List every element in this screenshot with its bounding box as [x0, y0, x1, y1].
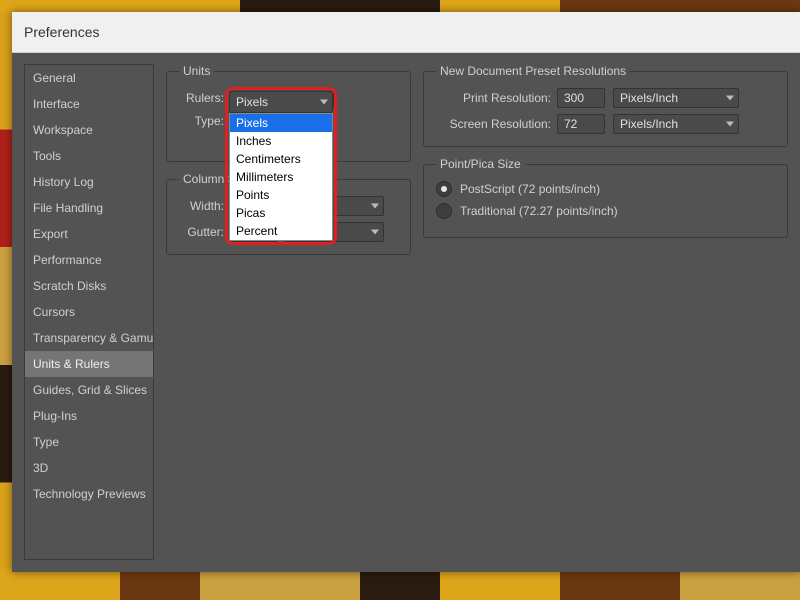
- pointpica-legend: Point/Pica Size: [436, 157, 525, 171]
- sidebar-item-guides-grid-slices[interactable]: Guides, Grid & Slices: [25, 377, 153, 403]
- type-label: Type:: [179, 114, 230, 128]
- gutter-label: Gutter:: [179, 225, 230, 239]
- print-res-label: Print Resolution:: [436, 91, 557, 105]
- rulers-dropdown-open: Pixels PixelsInchesCentimetersMillimeter…: [229, 91, 333, 241]
- sidebar-item-interface[interactable]: Interface: [25, 91, 153, 117]
- sidebar-item-technology-previews[interactable]: Technology Previews: [25, 481, 153, 507]
- sidebar-item-history-log[interactable]: History Log: [25, 169, 153, 195]
- sidebar-item-units-rulers[interactable]: Units & Rulers: [25, 351, 153, 377]
- rulers-option-inches[interactable]: Inches: [230, 132, 332, 150]
- pointpica-group: Point/Pica Size PostScript (72 points/in…: [423, 157, 788, 238]
- traditional-label: Traditional (72.27 points/inch): [460, 204, 618, 218]
- postscript-radio-row[interactable]: PostScript (72 points/inch): [436, 181, 775, 197]
- rulers-option-percent[interactable]: Percent: [230, 222, 332, 240]
- sidebar-item-3d[interactable]: 3D: [25, 455, 153, 481]
- rulers-options-list: PixelsInchesCentimetersMillimetersPoints…: [229, 113, 333, 241]
- sidebar-item-export[interactable]: Export: [25, 221, 153, 247]
- dialog-title: Preferences: [24, 24, 99, 40]
- sidebar-item-general[interactable]: General: [25, 65, 153, 91]
- rulers-option-picas[interactable]: Picas: [230, 204, 332, 222]
- print-res-unit-value: Pixels/Inch: [620, 91, 678, 105]
- print-res-input[interactable]: 300: [557, 88, 605, 108]
- chevron-down-icon: [726, 96, 734, 101]
- screen-res-label: Screen Resolution:: [436, 117, 557, 131]
- background-decor-top: [0, 0, 800, 12]
- rulers-option-points[interactable]: Points: [230, 186, 332, 204]
- preferences-dialog: Preferences GeneralInterfaceWorkspaceToo…: [12, 12, 800, 572]
- dialog-content: GeneralInterfaceWorkspaceToolsHistory Lo…: [12, 52, 800, 572]
- sidebar-item-type[interactable]: Type: [25, 429, 153, 455]
- units-legend: Units: [179, 64, 214, 78]
- width-label: Width:: [179, 199, 230, 213]
- rulers-select-open-value: Pixels: [236, 95, 268, 109]
- sidebar-item-scratch-disks[interactable]: Scratch Disks: [25, 273, 153, 299]
- print-res-value: 300: [564, 91, 584, 105]
- rulers-label: Rulers:: [179, 91, 230, 105]
- sidebar-item-workspace[interactable]: Workspace: [25, 117, 153, 143]
- screen-res-unit-value: Pixels/Inch: [620, 117, 678, 131]
- chevron-down-icon: [726, 122, 734, 127]
- rulers-select-open[interactable]: Pixels: [229, 91, 333, 113]
- units-group: Units Rulers: Pixels Type:: [166, 64, 411, 162]
- newdoc-group: New Document Preset Resolutions Print Re…: [423, 64, 788, 147]
- sidebar-item-plug-ins[interactable]: Plug-Ins: [25, 403, 153, 429]
- screen-res-value: 72: [564, 117, 577, 131]
- preferences-main: Units Rulers: Pixels Type:: [154, 64, 788, 560]
- screen-res-input[interactable]: 72: [557, 114, 605, 134]
- chevron-down-icon: [371, 204, 379, 209]
- sidebar-item-transparency-gamut[interactable]: Transparency & Gamut: [25, 325, 153, 351]
- sidebar-item-file-handling[interactable]: File Handling: [25, 195, 153, 221]
- background-decor-left: [0, 12, 12, 600]
- postscript-radio[interactable]: [436, 181, 452, 197]
- traditional-radio[interactable]: [436, 203, 452, 219]
- postscript-label: PostScript (72 points/inch): [460, 182, 600, 196]
- sidebar-item-cursors[interactable]: Cursors: [25, 299, 153, 325]
- chevron-down-icon: [320, 100, 328, 105]
- background-decor-bottom: [0, 570, 800, 600]
- rulers-option-pixels[interactable]: Pixels: [230, 114, 332, 132]
- traditional-radio-row[interactable]: Traditional (72.27 points/inch): [436, 203, 775, 219]
- preferences-sidebar: GeneralInterfaceWorkspaceToolsHistory Lo…: [24, 64, 154, 560]
- dialog-titlebar: Preferences: [12, 12, 800, 53]
- sidebar-item-performance[interactable]: Performance: [25, 247, 153, 273]
- screen-res-unit-select[interactable]: Pixels/Inch: [613, 114, 739, 134]
- print-res-unit-select[interactable]: Pixels/Inch: [613, 88, 739, 108]
- sidebar-item-tools[interactable]: Tools: [25, 143, 153, 169]
- newdoc-legend: New Document Preset Resolutions: [436, 64, 630, 78]
- rulers-option-millimeters[interactable]: Millimeters: [230, 168, 332, 186]
- rulers-option-centimeters[interactable]: Centimeters: [230, 150, 332, 168]
- chevron-down-icon: [371, 230, 379, 235]
